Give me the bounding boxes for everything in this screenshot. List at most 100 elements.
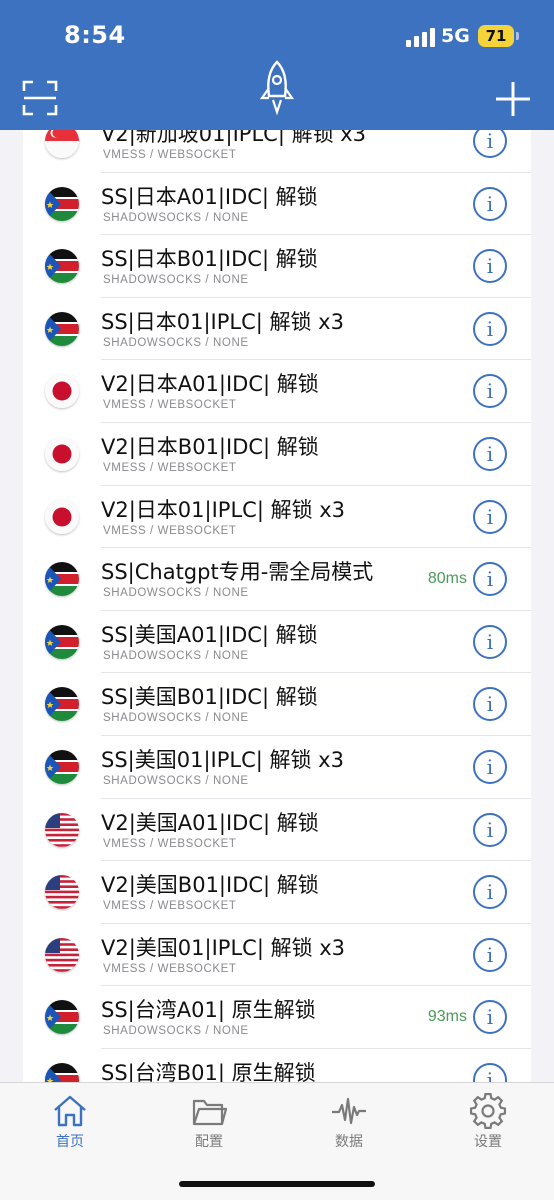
folder-icon <box>192 1099 227 1126</box>
server-row[interactable]: SS|Chatgpt专用-需全局模式 SHADOWSOCKS / NONE 80ms… <box>23 548 531 611</box>
info-icon[interactable]: i <box>473 249 507 284</box>
server-protocol: VMESS / WEBSOCKET <box>103 461 237 474</box>
server-name: V2|美国A01|IDC| 解锁 <box>101 810 319 835</box>
flag-ss-icon <box>45 749 79 784</box>
info-icon[interactable]: i <box>473 186 507 221</box>
tab-settings-label: 设置 <box>474 1134 502 1150</box>
server-name: SS|美国A01|IDC| 解锁 <box>101 622 318 647</box>
server-row[interactable]: V2|美国01|IPLC| 解锁 x3 VMESS / WEBSOCKET i <box>23 924 531 987</box>
server-row[interactable]: V2|日本01|IPLC| 解锁 x3 VMESS / WEBSOCKET i <box>23 486 531 549</box>
tab-data-label: 数据 <box>335 1134 363 1150</box>
server-protocol: VMESS / WEBSOCKET <box>103 962 237 975</box>
plus-icon <box>496 82 530 116</box>
app-root: 8:54 5G 71 V2|新加坡01|IPLC| 解锁 x3 VMESS / … <box>0 0 554 1200</box>
server-latency: 93ms <box>427 1008 467 1026</box>
flag-us-icon <box>45 937 79 972</box>
flag-sg-icon <box>45 130 79 158</box>
info-icon[interactable]: i <box>473 374 507 409</box>
flag-ss-icon <box>45 311 79 346</box>
flag-ss-icon <box>45 1062 79 1082</box>
server-row[interactable]: SS|台湾B01| 原生解锁SHADOWSOCKS / NONEi <box>23 1049 531 1082</box>
info-icon[interactable]: i <box>473 436 507 471</box>
tab-settings[interactable]: 设置 <box>448 1093 528 1151</box>
server-name: SS|日本B01|IDC| 解锁 <box>101 247 318 272</box>
server-protocol: SHADOWSOCKS / NONE <box>103 274 249 287</box>
server-row[interactable]: SS|日本A01|IDC| 解锁 SHADOWSOCKS / NONE i <box>23 173 531 236</box>
server-name: SS|台湾A01| 原生解锁 <box>101 998 316 1023</box>
info-icon[interactable]: i <box>473 812 507 847</box>
flag-ss-icon <box>45 687 79 722</box>
server-row[interactable]: V2|美国B01|IDC| 解锁 VMESS / WEBSOCKET i <box>23 861 531 924</box>
info-icon[interactable]: i <box>473 624 507 659</box>
flag-jp-icon <box>45 436 79 471</box>
flag-us-icon <box>45 812 79 847</box>
server-name: SS|台湾B01| 原生解锁 <box>101 1060 316 1082</box>
home-icon <box>54 1095 86 1127</box>
server-row[interactable]: V2|新加坡01|IPLC| 解锁 x3 VMESS / WEBSOCKET i <box>23 130 531 173</box>
info-icon[interactable]: i <box>473 562 507 597</box>
info-icon[interactable]: i <box>473 1000 507 1035</box>
flag-jp-icon <box>45 374 79 409</box>
server-protocol: SHADOWSOCKS / NONE <box>103 1025 249 1038</box>
scan-icon <box>22 80 58 116</box>
server-row[interactable]: SS|美国B01|IDC| 解锁 SHADOWSOCKS / NONE i <box>23 673 531 736</box>
info-icon[interactable]: i <box>473 130 507 158</box>
tab-home-label: 首页 <box>56 1134 84 1150</box>
flag-ss-icon <box>45 249 79 284</box>
scan-qr-button[interactable] <box>22 80 58 116</box>
activity-chart-icon <box>332 1097 366 1125</box>
info-icon[interactable]: i <box>473 499 507 534</box>
server-protocol: VMESS / WEBSOCKET <box>103 149 237 161</box>
status-time: 8:54 <box>64 21 126 49</box>
cellular-signal-icon <box>406 27 436 47</box>
gear-icon <box>470 1093 506 1129</box>
server-latency: 80ms <box>427 570 467 588</box>
server-row[interactable]: V2|美国A01|IDC| 解锁 VMESS / WEBSOCKET i <box>23 799 531 862</box>
flag-jp-icon <box>45 499 79 534</box>
server-name: V2|日本01|IPLC| 解锁 x3 <box>101 497 346 522</box>
server-protocol: SHADOWSOCKS / NONE <box>103 774 249 787</box>
server-row[interactable]: SS|台湾A01| 原生解锁 SHADOWSOCKS / NONE 93ms i <box>23 986 531 1049</box>
server-list-container[interactable]: V2|新加坡01|IPLC| 解锁 x3 VMESS / WEBSOCKET i SS… <box>0 130 554 1082</box>
info-icon[interactable]: i <box>473 687 507 722</box>
info-icon[interactable]: i <box>473 311 507 346</box>
server-row[interactable]: SS|美国A01|IDC| 解锁 SHADOWSOCKS / NONE i <box>23 611 531 674</box>
server-protocol: SHADOWSOCKS / NONE <box>103 712 249 725</box>
info-icon[interactable]: i <box>473 937 507 972</box>
server-row[interactable]: V2|日本A01|IDC| 解锁 VMESS / WEBSOCKET i <box>23 360 531 423</box>
server-protocol: SHADOWSOCKS / NONE <box>103 336 249 349</box>
server-protocol: VMESS / WEBSOCKET <box>103 399 237 412</box>
server-name: V2|美国B01|IDC| 解锁 <box>101 873 319 898</box>
server-name: V2|日本A01|IDC| 解锁 <box>101 372 319 397</box>
info-icon[interactable]: i <box>473 875 507 910</box>
server-row[interactable]: SS|日本B01|IDC| 解锁 SHADOWSOCKS / NONE i <box>23 235 531 298</box>
flag-ss-icon <box>45 186 79 221</box>
tab-data[interactable]: 数据 <box>309 1093 389 1151</box>
rocket-logo-icon <box>259 60 295 118</box>
server-name: V2|新加坡01|IPLC| 解锁 x3 <box>101 130 367 146</box>
flag-ss-icon <box>45 1000 79 1035</box>
home-indicator <box>179 1181 375 1187</box>
flag-us-icon <box>45 875 79 910</box>
battery-icon: 71 <box>478 25 514 47</box>
server-protocol: VMESS / WEBSOCKET <box>103 900 237 913</box>
server-list: V2|新加坡01|IPLC| 解锁 x3 VMESS / WEBSOCKET i SS… <box>23 130 531 1082</box>
info-icon[interactable]: i <box>473 749 507 784</box>
server-name: V2|美国01|IPLC| 解锁 x3 <box>101 935 346 960</box>
server-protocol: SHADOWSOCKS / NONE <box>103 649 249 662</box>
server-row[interactable]: V2|日本B01|IDC| 解锁 VMESS / WEBSOCKET i <box>23 423 531 486</box>
server-name: V2|日本B01|IDC| 解锁 <box>101 434 319 459</box>
server-protocol: SHADOWSOCKS / NONE <box>103 587 249 600</box>
server-row[interactable]: SS|日本01|IPLC| 解锁 x3 SHADOWSOCKS / NONE i <box>23 298 531 361</box>
server-protocol: VMESS / WEBSOCKET <box>103 837 237 850</box>
server-protocol: VMESS / WEBSOCKET <box>103 524 237 537</box>
info-icon[interactable]: i <box>473 1062 507 1082</box>
network-type: 5G <box>441 25 470 47</box>
add-button[interactable] <box>494 80 532 118</box>
tab-home[interactable]: 首页 <box>30 1093 110 1151</box>
tab-config[interactable]: 配置 <box>169 1093 249 1151</box>
server-row[interactable]: SS|美国01|IPLC| 解锁 x3 SHADOWSOCKS / NONE i <box>23 736 531 799</box>
server-name: SS|美国B01|IDC| 解锁 <box>101 685 318 710</box>
server-name: SS|Chatgpt专用-需全局模式 <box>101 560 374 585</box>
server-name: SS|日本A01|IDC| 解锁 <box>101 184 318 209</box>
